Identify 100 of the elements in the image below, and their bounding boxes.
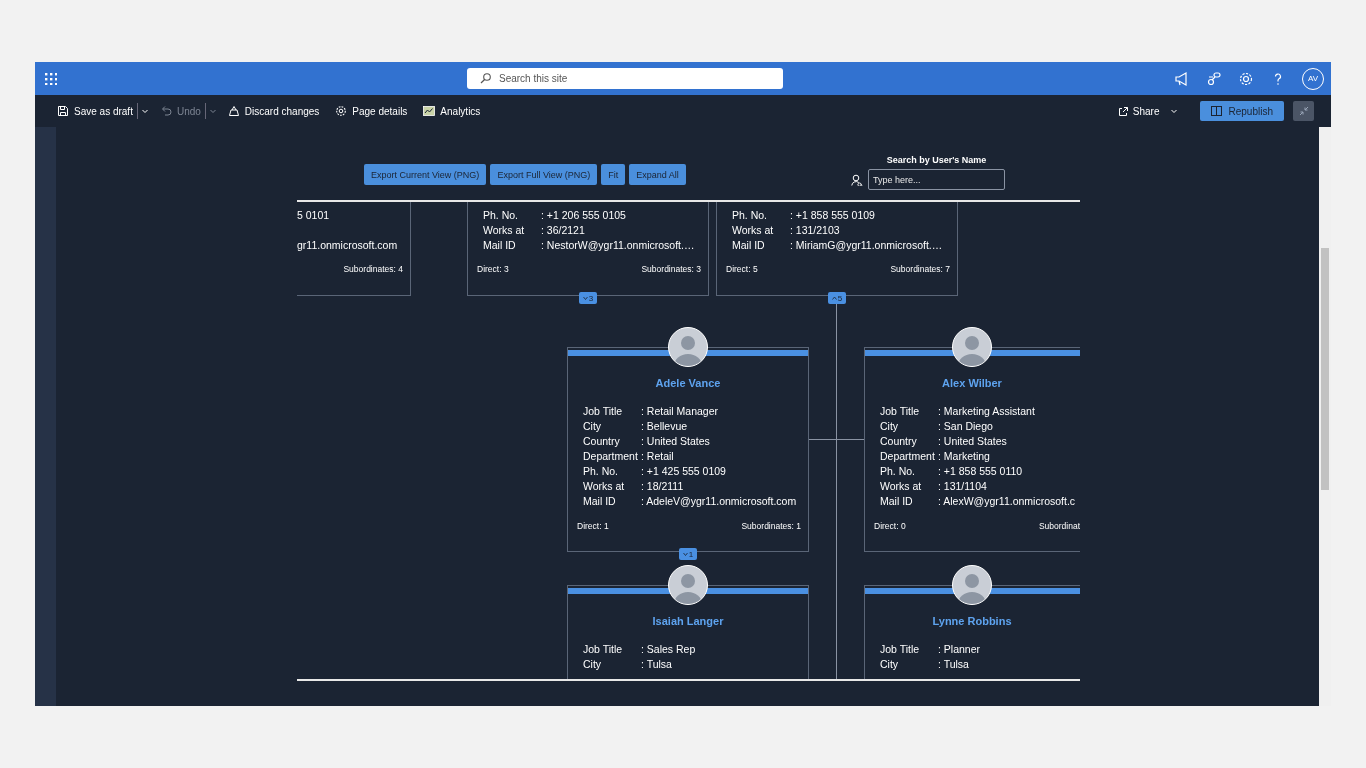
toolbar-button[interactable]: Export Current View (PNG) (364, 164, 487, 185)
save-icon (57, 105, 69, 117)
field-value: gr11.onmicrosoft.com (297, 238, 398, 253)
field-label: Department (880, 449, 936, 464)
field-value: : Marketing (938, 449, 991, 464)
field-value: : 18/2111 (641, 479, 685, 494)
field-value: : Tulsa (641, 657, 673, 672)
share-icon (1117, 105, 1129, 117)
field-label: Works at (880, 479, 923, 494)
field-value: : +1 858 555 0110 (938, 464, 1024, 479)
toolbar-button[interactable]: Page details (335, 101, 408, 121)
employee-name: Adele Vance (654, 377, 722, 389)
toolbar-button[interactable]: Save as draft (57, 101, 133, 121)
field-label: City (880, 657, 900, 672)
direct-count: Direct: 0 (874, 521, 906, 531)
field-value: : United States (938, 434, 1008, 449)
employee-name: Lynne Robbins (931, 615, 1013, 627)
expand-toggle[interactable]: 3 (579, 292, 597, 304)
field-value: : Planner (938, 642, 981, 657)
subordinates-count: Subordinates: 4 (343, 264, 403, 274)
field-value: : +1 425 555 0109 (641, 464, 727, 479)
field-label: Mail ID (880, 494, 914, 509)
field-value: : NestorW@ygr11.onmicrosoft.… (541, 238, 695, 253)
megaphone-icon[interactable] (1174, 70, 1190, 87)
chevron-up-icon (831, 296, 837, 300)
toolbar-button[interactable]: Export Full View (PNG) (490, 164, 598, 185)
field-label: City (583, 657, 603, 672)
field-value: : Marketing Assistant (938, 404, 1036, 419)
republish-button[interactable]: Republish (1199, 101, 1284, 121)
field-label: Country (880, 434, 918, 449)
field-label: Department (583, 449, 639, 464)
field-label: Ph. No. (483, 208, 520, 223)
employee-name: Isaiah Langer (651, 615, 725, 627)
connections-icon[interactable] (1206, 70, 1222, 87)
field-label: Works at (732, 223, 775, 238)
undo-icon (159, 105, 172, 117)
field-value: : Retail Manager (641, 404, 720, 419)
field-label: Works at (483, 223, 526, 238)
avatar-photo-placeholder (952, 565, 992, 605)
search-field[interactable]: Search this site (467, 68, 783, 89)
field-value: : Tulsa (938, 657, 970, 672)
field-label: City (583, 419, 603, 434)
book-icon (1210, 106, 1222, 116)
direct-count: Direct: 3 (477, 264, 509, 274)
chevron-down-icon (682, 552, 688, 556)
field-value: : 36/2121 (541, 223, 586, 238)
toolbar-button[interactable]: Expand All (629, 164, 686, 185)
employee-name: Alex Wilber (941, 377, 1003, 389)
field-value: : +1 206 555 0105 (541, 208, 627, 223)
scrollbar-thumb[interactable] (1321, 248, 1329, 490)
subordinates-count: Subordinates: 1 (741, 521, 801, 531)
toolbar-button[interactable]: Analytics (423, 101, 481, 121)
field-value: : San Diego (938, 419, 994, 434)
settings-icon[interactable] (1238, 70, 1254, 87)
subordinates-count: Subordinat (1038, 521, 1080, 531)
field-value: : AlexW@ygr11.onmicrosoft.c (938, 494, 1076, 509)
field-label: Country (583, 434, 621, 449)
collapse-icon (1298, 106, 1309, 116)
field-value: : 131/2103 (790, 223, 841, 238)
chevron-down-icon (582, 296, 588, 300)
field-value: 5 0101 (297, 208, 330, 223)
field-value: : United States (641, 434, 711, 449)
field-label: City (880, 419, 900, 434)
field-value: : Bellevue (641, 419, 689, 434)
toolbar-button[interactable]: Discard changes (227, 101, 320, 121)
app-launcher-icon[interactable] (45, 72, 57, 85)
field-label: Job Title (583, 642, 624, 657)
expand-toggle[interactable]: 5 (828, 292, 846, 304)
field-value: : AdeleV@ygr11.onmicrosoft.com (641, 494, 797, 509)
field-label: Mail ID (483, 238, 517, 253)
field-label: Ph. No. (732, 208, 769, 223)
discard-icon (227, 105, 240, 117)
field-value: : MiriamG@ygr11.onmicrosoft.… (790, 238, 943, 253)
field-label: Mail ID (732, 238, 766, 253)
field-label: Works at (583, 479, 626, 494)
field-value: : Sales Rep (641, 642, 696, 657)
direct-count: Direct: 1 (577, 521, 609, 531)
field-label: Job Title (880, 642, 921, 657)
subordinates-count: Subordinates: 7 (890, 264, 950, 274)
field-label: Ph. No. (880, 464, 917, 479)
avatar-photo-placeholder (668, 565, 708, 605)
subordinates-count: Subordinates: 3 (641, 264, 701, 274)
chart-icon (423, 105, 436, 117)
toolbar-button[interactable]: Fit (601, 164, 626, 185)
field-label: Job Title (880, 404, 921, 419)
user-search-icon (851, 173, 864, 186)
expand-toggle[interactable]: 1 (679, 548, 697, 560)
name-search-field[interactable]: Type here... (868, 169, 1005, 190)
chevron-down-icon[interactable] (140, 107, 149, 115)
field-value: : 131/1104 (938, 479, 988, 494)
avatar-photo-placeholder (668, 327, 708, 367)
share-button[interactable]: Share (1111, 104, 1184, 118)
chevron-down-icon (1169, 107, 1178, 115)
settings-icon (335, 105, 348, 117)
field-label: Mail ID (583, 494, 617, 509)
field-label: Job Title (583, 404, 624, 419)
field-value: : +1 858 555 0109 (790, 208, 876, 223)
direct-count: Direct: 5 (726, 264, 758, 274)
avatar-photo-placeholder (952, 327, 992, 367)
field-value: : Retail (641, 449, 675, 464)
